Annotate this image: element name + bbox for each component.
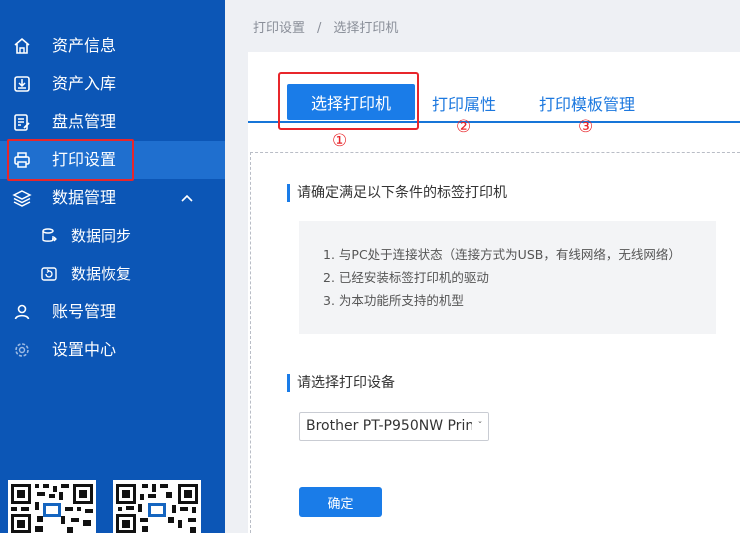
breadcrumb-current: 选择打印机 xyxy=(333,21,399,36)
device-title: 请选择打印设备 xyxy=(287,374,395,392)
sidebar-item-label: 数据恢复 xyxy=(71,265,132,283)
checklist-icon xyxy=(14,114,30,131)
condition-item: 3. 为本功能所支持的机型 xyxy=(323,293,464,308)
sidebar-item-asset-import[interactable]: 资产入库 xyxy=(0,65,225,103)
sidebar-item-label: 数据管理 xyxy=(52,188,117,207)
chevron-up-icon[interactable] xyxy=(180,192,194,204)
step-marker-1: ① xyxy=(332,131,348,151)
sidebar-item-settings[interactable]: 设置中心 xyxy=(0,331,225,369)
qr-code-1 xyxy=(8,480,96,533)
printer-select[interactable]: Brother PT-P950NW Printer ˇ xyxy=(299,412,489,441)
home-icon xyxy=(14,37,30,54)
step-marker-3: ③ xyxy=(578,117,594,137)
sidebar-item-label: 资产信息 xyxy=(52,36,117,55)
sidebar-item-data-management[interactable]: 数据管理 xyxy=(0,179,225,217)
tab-print-properties[interactable]: 打印属性 xyxy=(432,91,496,115)
sidebar-item-inventory[interactable]: 盘点管理 xyxy=(0,103,225,141)
chevron-down-icon: ˇ xyxy=(472,413,488,440)
breadcrumb: 打印设置 / 选择打印机 xyxy=(253,17,398,36)
condition-item: 2. 已经安装标签打印机的驱动 xyxy=(323,270,489,285)
printer-select-value: Brother PT-P950NW Printer xyxy=(306,418,489,434)
sidebar-item-account[interactable]: 账号管理 xyxy=(0,293,225,331)
step-marker-2: ② xyxy=(456,117,472,137)
sidebar-item-data-sync[interactable]: 数据同步 xyxy=(0,217,225,255)
sidebar-item-label: 资产入库 xyxy=(52,74,117,93)
highlight-box xyxy=(278,72,419,130)
divider xyxy=(250,152,740,153)
sidebar-item-label: 设置中心 xyxy=(52,340,117,359)
sidebar-item-label: 账号管理 xyxy=(52,302,117,321)
qr-code-icon xyxy=(116,484,198,533)
confirm-button[interactable]: 确定 xyxy=(299,487,382,517)
layers-icon xyxy=(12,190,32,207)
tab-template-management[interactable]: 打印模板管理 xyxy=(539,91,635,115)
divider xyxy=(250,152,251,533)
conditions-title: 请确定满足以下条件的标签打印机 xyxy=(287,184,507,202)
import-icon xyxy=(14,76,30,92)
qr-code-2 xyxy=(113,480,201,533)
sidebar-item-asset-info[interactable]: 资产信息 xyxy=(0,27,225,65)
breadcrumb-separator: / xyxy=(317,21,322,36)
sync-icon xyxy=(42,228,57,242)
restore-icon xyxy=(41,267,57,281)
sidebar: 资产信息 资产入库 盘点管理 打印设置 数据管理 数据同步 数据恢复 账号管理 … xyxy=(0,0,225,533)
qr-code-icon xyxy=(11,484,93,533)
gear-icon xyxy=(15,343,29,357)
user-icon xyxy=(14,304,30,320)
sidebar-item-label: 数据同步 xyxy=(71,227,132,245)
sidebar-item-data-restore[interactable]: 数据恢复 xyxy=(0,255,225,293)
breadcrumb-parent[interactable]: 打印设置 xyxy=(253,21,305,36)
sidebar-item-label: 盘点管理 xyxy=(52,112,117,131)
condition-item: 1. 与PC处于连接状态（连接方式为USB，有线网络，无线网络） xyxy=(323,247,681,262)
highlight-box xyxy=(7,139,134,181)
